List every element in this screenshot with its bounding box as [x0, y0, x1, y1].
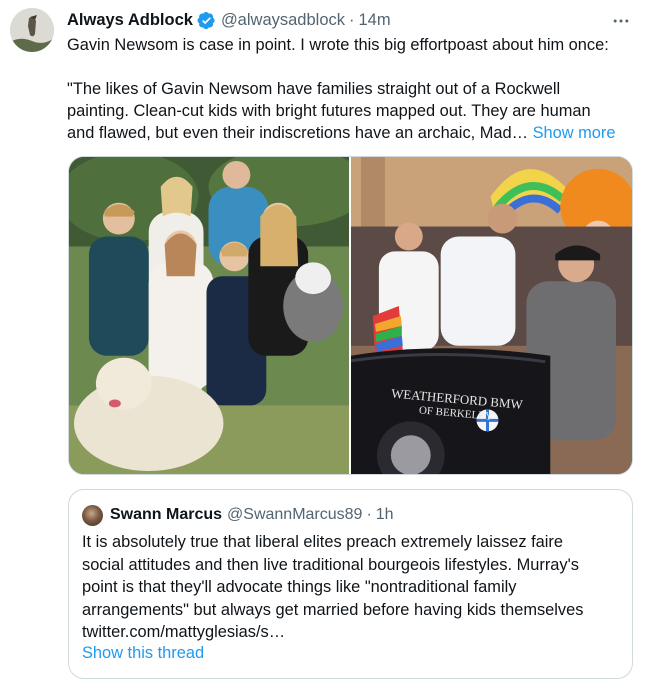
author-name[interactable]: Always Adblock	[67, 11, 193, 30]
tweet-text-line: "The likes of Gavin Newsom have families…	[67, 80, 561, 98]
quoted-tweet-text: It is absolutely true that liberal elite…	[82, 531, 622, 644]
quoted-author-name[interactable]: Swann Marcus	[110, 506, 222, 524]
tweet-text-line: Gavin Newsom is case in point. I wrote t…	[67, 36, 609, 54]
author-handle[interactable]: @alwaysadblock	[221, 11, 345, 30]
tweet-text-line-last: and flawed, but even their indiscretions…	[67, 122, 637, 144]
quoted-tweet-timestamp[interactable]: 1h	[376, 506, 394, 524]
quoted-tweet[interactable]: Swann Marcus @SwannMarcus89 · 1h It is a…	[68, 489, 633, 679]
photo-family[interactable]	[69, 157, 349, 474]
tweet-header: Always Adblock @alwaysadblock · 14m	[67, 9, 391, 31]
show-more-link[interactable]: Show more	[533, 124, 616, 142]
tweet-text-line: painting. Clean-cut kids with bright fut…	[67, 102, 591, 120]
quoted-author-avatar[interactable]	[82, 504, 103, 526]
show-this-thread-link[interactable]: Show this thread	[82, 644, 204, 663]
quoted-text-line: It is absolutely true that liberal elite…	[82, 533, 564, 551]
header-separator: ·	[349, 10, 355, 29]
parade-photo-image: WEATHERFORD BMW OF BERKELEY	[351, 157, 632, 474]
quoted-author-handle[interactable]: @SwannMarcus89	[227, 506, 362, 524]
quoted-text-line: point is that they'll advocate things li…	[82, 578, 517, 596]
quoted-header-separator: ·	[366, 506, 372, 523]
avatar-image	[10, 8, 54, 52]
family-photo-image	[69, 157, 349, 474]
photo-parade[interactable]: WEATHERFORD BMW OF BERKELEY	[351, 157, 632, 474]
quoted-text-line: social attitudes and then live tradition…	[82, 555, 579, 574]
verified-badge-icon[interactable]	[197, 11, 216, 30]
tweet-timestamp[interactable]: 14m	[359, 11, 391, 30]
more-options-icon[interactable]	[610, 10, 632, 32]
author-avatar[interactable]	[10, 8, 54, 52]
quoted-tweet-header: Swann Marcus @SwannMarcus89 · 1h	[82, 504, 394, 526]
tweet-text-blank-line	[67, 56, 637, 78]
quoted-text-link[interactable]: twitter.com/mattyglesias/s…	[82, 621, 622, 644]
quoted-text-line: arrangements" but always get married bef…	[82, 600, 584, 619]
tweet-text: Gavin Newsom is case in point. I wrote t…	[67, 34, 637, 144]
tweet-text-line: and flawed, but even their indiscretions…	[67, 124, 529, 142]
media-grid: WEATHERFORD BMW OF BERKELEY	[68, 156, 633, 475]
